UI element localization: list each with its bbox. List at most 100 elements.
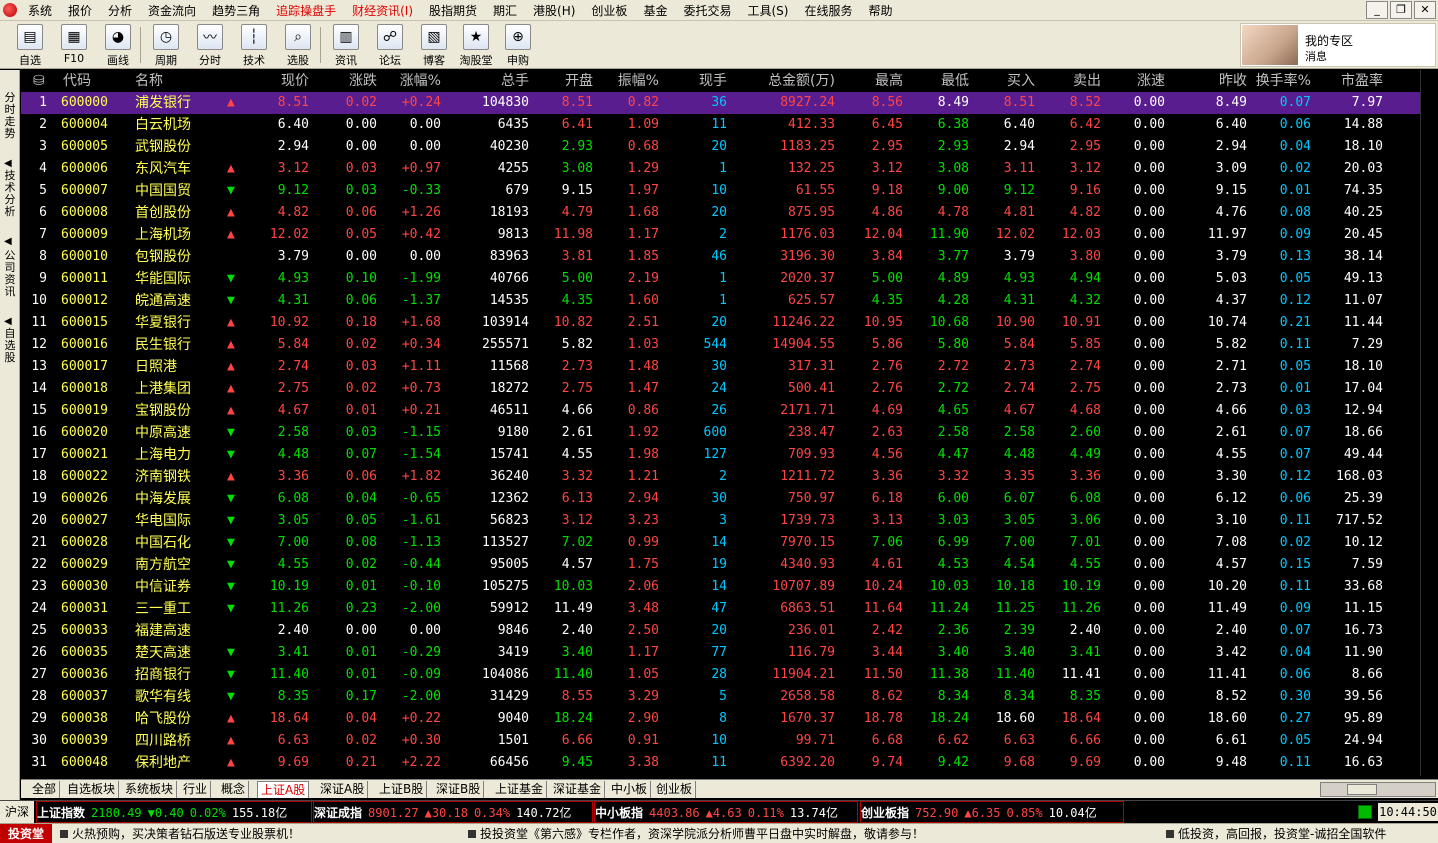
column-header[interactable]: 涨跌 xyxy=(317,70,377,92)
table-row[interactable]: 11 600015 华夏银行 ▲ 10.92 0.18 +1.68 103914 10.82 2.… xyxy=(21,312,1420,334)
table-row[interactable]: 3 600005 武钢股份 2.94 0.00 0.00 40230 2.93 0.68 20 11… xyxy=(21,136,1420,158)
board-tab[interactable]: 行业 xyxy=(180,781,212,798)
table-row[interactable]: 22 600029 南方航空 ▼ 4.55 0.02 -0.44 95005 4.57 1.75 1… xyxy=(21,554,1420,576)
board-tab[interactable]: 上证基金 xyxy=(492,781,548,798)
menu-item[interactable]: 工具(S) xyxy=(739,2,796,19)
table-row[interactable]: 29 600038 哈飞股份 ▲ 18.64 0.04 +0.22 9040 18.24 2.90… xyxy=(21,708,1420,730)
side-tab[interactable]: 自选股 xyxy=(1,328,19,364)
table-row[interactable]: 2 600004 白云机场 6.40 0.00 0.00 6435 6.41 1.09 11 412… xyxy=(21,114,1420,136)
menu-item[interactable]: 帮助 xyxy=(860,2,900,19)
collapse-arrow-icon[interactable]: ◀ xyxy=(4,236,12,247)
minimize-button[interactable]: _ xyxy=(1366,1,1388,19)
table-row[interactable]: 16 600020 中原高速 ▼ 2.58 0.03 -1.15 9180 2.61 1.92 60… xyxy=(21,422,1420,444)
column-header[interactable]: 涨幅% xyxy=(381,70,441,92)
board-tab[interactable]: 概念 xyxy=(218,781,250,798)
board-tab[interactable]: 自选板块 xyxy=(64,781,120,798)
table-settings-icon[interactable]: ⛁ xyxy=(33,70,51,92)
table-row[interactable]: 21 600028 中国石化 ▼ 7.00 0.08 -1.13 113527 7.02 0.99… xyxy=(21,532,1420,554)
news-item[interactable]: 低投资，高回报，投资堂-诚招全国软件 xyxy=(1166,824,1438,843)
board-tab[interactable]: 创业板 xyxy=(653,781,697,798)
table-row[interactable]: 20 600027 华电国际 ▼ 3.05 0.05 -1.61 56823 3.12 3.23 3… xyxy=(21,510,1420,532)
table-row[interactable]: 8 600010 包钢股份 3.79 0.00 0.00 83963 3.81 1.85 46 31… xyxy=(21,246,1420,268)
side-tab[interactable]: 技术分析 xyxy=(1,170,19,218)
table-row[interactable]: 26 600035 楚天高速 ▼ 3.41 0.01 -0.29 3419 3.40 1.17 77… xyxy=(21,642,1420,664)
table-row[interactable]: 14 600018 上港集团 ▲ 2.75 0.02 +0.73 18272 2.75 1.47 2… xyxy=(21,378,1420,400)
menu-item[interactable]: 分析 xyxy=(100,2,140,19)
column-header[interactable]: 现价 xyxy=(257,70,309,92)
toolbar-button-line-chart[interactable]: 〰分时 xyxy=(190,24,230,68)
collapse-arrow-icon[interactable]: ◀ xyxy=(4,316,12,327)
column-header[interactable]: 开盘 xyxy=(533,70,593,92)
menu-item[interactable]: 财经资讯(I) xyxy=(344,2,421,19)
region-label[interactable]: 沪深 xyxy=(0,801,34,823)
column-header[interactable]: 卖出 xyxy=(1039,70,1101,92)
table-row[interactable]: 28 600037 歌华有线 ▼ 8.35 0.17 -2.00 31429 8.55 3.29 5… xyxy=(21,686,1420,708)
board-tab[interactable]: 深证B股 xyxy=(433,781,485,798)
index-block[interactable]: 中小板指 4403.86 ▲4.63 0.11% 13.74亿 xyxy=(594,801,858,823)
board-tab[interactable]: 全部 xyxy=(29,781,61,798)
table-row[interactable]: 17 600021 上海电力 ▼ 4.48 0.07 -1.54 15741 4.55 1.98 1… xyxy=(21,444,1420,466)
column-header[interactable]: 振幅% xyxy=(599,70,659,92)
board-tab[interactable]: 深证A股 xyxy=(317,781,369,798)
table-row[interactable]: 18 600022 济南钢铁 ▲ 3.36 0.06 +1.82 36240 3.32 1.21 2… xyxy=(21,466,1420,488)
brand-label[interactable]: 投资堂 xyxy=(0,824,52,843)
column-header[interactable]: 买入 xyxy=(973,70,1035,92)
column-header[interactable]: 市盈率 xyxy=(1315,70,1383,92)
toolbar-button-news[interactable]: ▥ 资讯 xyxy=(326,24,366,68)
app-logo-icon[interactable] xyxy=(0,0,20,20)
news-item[interactable]: 火热预购，买决策者钻石版送专业股票机！ xyxy=(60,824,460,843)
board-tab[interactable]: 上证A股 xyxy=(257,781,310,798)
table-row[interactable]: 24 600031 三一重工 ▼ 11.26 0.23 -2.00 59912 11.49 3.4… xyxy=(21,598,1420,620)
column-header[interactable]: 最低 xyxy=(907,70,969,92)
horizontal-scrollbar[interactable] xyxy=(1320,782,1436,797)
menu-item[interactable]: 在线服务 xyxy=(796,2,860,19)
table-row[interactable]: 25 600033 福建高速 2.40 0.00 0.00 9846 2.40 2.50 20 23… xyxy=(21,620,1420,642)
column-header[interactable]: 昨收 xyxy=(1171,70,1247,92)
table-row[interactable]: 27 600036 招商银行 ▼ 11.40 0.01 -0.09 104086 11.40 1.… xyxy=(21,664,1420,686)
side-tab[interactable]: 分时走势 xyxy=(1,92,19,140)
table-row[interactable]: 9 600011 华能国际 ▼ 4.93 0.10 -1.99 40766 5.00 2.19 1 2… xyxy=(21,268,1420,290)
table-row[interactable]: 12 600016 民生银行 ▲ 5.84 0.02 +0.34 255571 5.82 1.03… xyxy=(21,334,1420,356)
menu-item[interactable]: 系统 xyxy=(20,2,60,19)
menu-item[interactable]: 追踪操盘手 xyxy=(268,2,344,19)
toolbar-button-forum[interactable]: ☍ 论坛 xyxy=(370,24,410,68)
scroll-thumb[interactable] xyxy=(1347,784,1377,795)
table-row[interactable]: 15 600019 宝钢股份 ▲ 4.67 0.01 +0.21 46511 4.66 0.86 2… xyxy=(21,400,1420,422)
index-block[interactable]: 创业板指 752.90 ▲6.35 0.85% 10.04亿 xyxy=(860,801,1124,823)
news-item[interactable]: 投投资堂《第六感》专栏作者，资深学院派分析师曹平日盘中实时解盘，敬请参与！ xyxy=(468,824,1158,843)
user-zone[interactable]: 我的专区 消息 xyxy=(1240,23,1436,67)
table-row[interactable]: 1 600000 浦发银行 ▲ 8.51 0.02 +0.24 104830 8.51 0.82 3… xyxy=(21,92,1420,114)
table-row[interactable]: 19 600026 中海发展 ▼ 6.08 0.04 -0.65 12362 6.13 2.94 3… xyxy=(21,488,1420,510)
table-row[interactable]: 6 600008 首创股份 ▲ 4.82 0.06 +1.26 18193 4.79 1.68 20… xyxy=(21,202,1420,224)
board-tab[interactable]: 系统板块 xyxy=(122,781,178,798)
menu-item[interactable]: 期汇 xyxy=(485,2,525,19)
table-row[interactable]: 4 600006 东风汽车 ▲ 3.12 0.03 +0.97 4255 3.08 1.29 1 13… xyxy=(21,158,1420,180)
menu-item[interactable]: 报价 xyxy=(60,2,100,19)
column-header[interactable]: 涨速 xyxy=(1105,70,1165,92)
toolbar-button-candlestick[interactable]: ┆ 技术 xyxy=(234,24,274,68)
column-header[interactable]: 总手 xyxy=(445,70,529,92)
table-row[interactable]: 10 600012 皖通高速 ▼ 4.31 0.06 -1.37 14535 4.35 1.60 1… xyxy=(21,290,1420,312)
column-header[interactable]: 名称 xyxy=(135,70,219,92)
board-tab[interactable]: 上证B股 xyxy=(376,781,428,798)
menu-item[interactable]: 创业板 xyxy=(583,2,635,19)
column-header[interactable]: 总金额(万) xyxy=(733,70,835,92)
board-tab[interactable]: 中小板 xyxy=(608,781,652,798)
toolbar-button-subscribe[interactable]: ⊕ 申购 xyxy=(498,24,538,68)
column-header[interactable]: 现手 xyxy=(665,70,727,92)
side-tab[interactable]: 公司资讯 xyxy=(1,250,19,298)
messages-label[interactable]: 消息 xyxy=(1305,48,1327,64)
table-row[interactable]: 30 600039 四川路桥 ▲ 6.63 0.02 +0.30 1501 6.66 0.91 10… xyxy=(21,730,1420,752)
table-row[interactable]: 13 600017 日照港 ▲ 2.74 0.03 +1.11 11568 2.73 1.48 30… xyxy=(21,356,1420,378)
toolbar-button-stock-filter[interactable]: ⌕ 选股 xyxy=(278,24,318,68)
toolbar-button-star[interactable]: ★ 淘股堂 xyxy=(456,24,496,68)
table-row[interactable]: 7 600009 上海机场 ▲ 12.02 0.05 +0.42 9813 11.98 1.17 2… xyxy=(21,224,1420,246)
menu-item[interactable]: 委托交易 xyxy=(675,2,739,19)
column-header[interactable]: 换手率% xyxy=(1251,70,1311,92)
index-block[interactable]: 深证成指 8901.27 ▲30.18 0.34% 140.72亿 xyxy=(313,801,593,823)
table-row[interactable]: 5 600007 中国国贸 ▼ 9.12 0.03 -0.33 679 9.15 1.97 10 61… xyxy=(21,180,1420,202)
board-tab[interactable]: 深证基金 xyxy=(550,781,606,798)
close-button[interactable]: ✕ xyxy=(1414,1,1436,19)
table-row[interactable]: 31 600048 保利地产 ▲ 9.69 0.21 +2.22 66456 9.45 3.38 1… xyxy=(21,752,1420,774)
toolbar-button-pie-chart[interactable]: ◕ 画线 xyxy=(98,24,138,68)
